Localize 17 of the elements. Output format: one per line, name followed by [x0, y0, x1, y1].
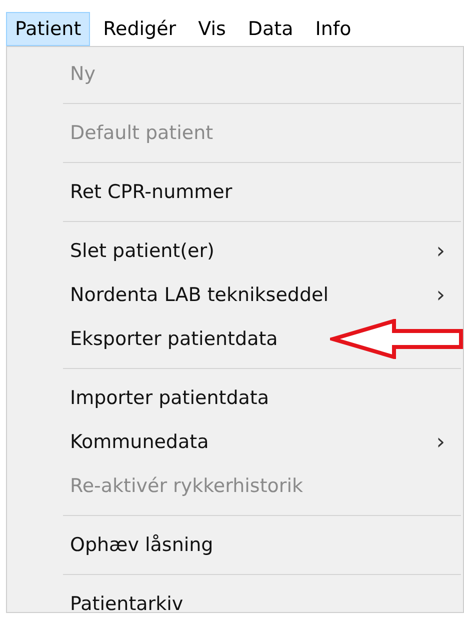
menu-item[interactable]: Importer patientdata: [7, 376, 270, 420]
menu-bar-item[interactable]: Data: [238, 12, 302, 46]
menu-item[interactable]: Ophæv låsning: [7, 523, 214, 567]
menu-bar-item[interactable]: Redigér: [94, 12, 186, 46]
arrow-annotation-icon: [330, 319, 464, 359]
submenu-arrow: ›: [436, 238, 445, 266]
submenu-arrow: ›: [436, 428, 445, 456]
menu-item[interactable]: Nordenta LAB teknikseddel: [7, 273, 328, 317]
menu-bar-item[interactable]: Vis: [189, 12, 235, 46]
menu-item[interactable]: Slet patient(er): [7, 229, 214, 273]
menu-bar-item[interactable]: Info: [306, 12, 360, 46]
menu-item[interactable]: Kommunedata: [7, 420, 209, 464]
menu-item[interactable]: Ret CPR-nummer: [7, 170, 232, 214]
submenu-arrow: ›: [436, 282, 445, 310]
menu-item[interactable]: Patientarkiv: [7, 582, 184, 612]
menu-item[interactable]: Eksporter patientdata: [7, 317, 278, 361]
menu-bar-item[interactable]: Patient: [6, 12, 90, 46]
